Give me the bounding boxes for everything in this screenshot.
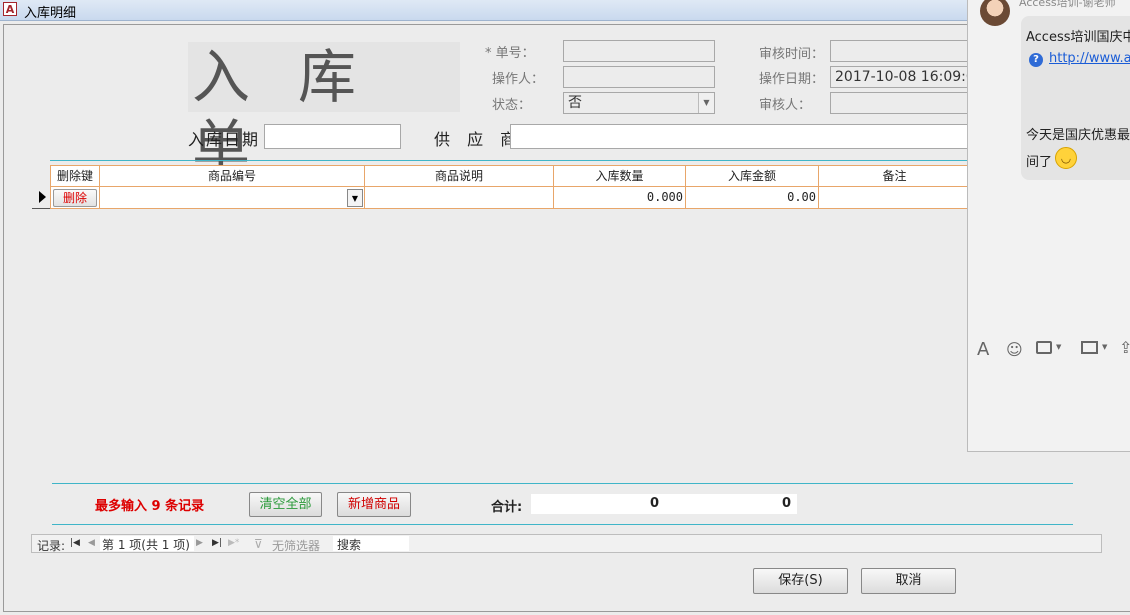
chat-toolbar: A ☺ ▼ ▼ ⇪ (968, 335, 1130, 363)
order-no-field[interactable] (563, 40, 715, 62)
stock-date-input[interactable] (264, 124, 401, 149)
upload-icon[interactable]: ⇪ (1119, 338, 1130, 357)
footer-divider-top (52, 483, 1073, 484)
gift-icon[interactable] (1036, 341, 1052, 354)
auditor-label: 审核人： (759, 98, 812, 113)
record-navigation-bar: 记录: |◀ ◀ 第 1 项(共 1 项) ▶ ▶| ▶* ⊽ 无筛选器 搜索 (31, 534, 1102, 553)
order-no-label: * 单号： (485, 46, 535, 61)
audit-time-field[interactable] (830, 40, 970, 62)
delete-row-button[interactable]: 删除 (53, 189, 97, 207)
next-record-icon[interactable]: ▶ (196, 538, 203, 548)
col-amount[interactable]: 入库金额 (686, 165, 819, 187)
gift-dropdown-icon[interactable]: ▼ (1056, 343, 1061, 351)
total-amount: 0 (665, 494, 797, 514)
op-date-label: 操作日期： (759, 72, 825, 87)
chat-line-2: 今天是国庆优惠最 (1026, 128, 1130, 143)
save-button[interactable]: 保存(S) (753, 568, 848, 594)
last-record-icon[interactable]: ▶| (212, 538, 222, 548)
col-item-code[interactable]: 商品编号 (100, 165, 365, 187)
chat-line-1: Access培训国庆中 (1026, 30, 1130, 45)
current-row-arrow-icon (39, 191, 46, 203)
total-label: 合计: (491, 500, 523, 515)
prev-record-icon[interactable]: ◀ (88, 538, 95, 548)
window-title: 入库明细 (24, 6, 77, 21)
image-icon[interactable] (1081, 341, 1098, 354)
add-item-button[interactable]: 新增商品 (337, 492, 411, 517)
filter-icon[interactable]: ⊽ (254, 537, 263, 551)
item-code-dropdown-icon[interactable]: ▼ (347, 189, 363, 207)
audit-time-label: 审核时间： (759, 47, 825, 62)
cancel-button[interactable]: 取消 (861, 568, 956, 594)
col-delete[interactable]: 删除键 (50, 165, 100, 187)
stock-date-label: 入库日期 (188, 130, 261, 149)
supplier-label: 供 应 商 (434, 130, 523, 149)
chat-line-3: 间了 (1026, 155, 1053, 170)
col-note[interactable]: 备注 (819, 165, 970, 187)
max-records-note: 最多输入 9 条记录 (95, 499, 205, 514)
total-qty: 0 (531, 494, 665, 514)
chat-link[interactable]: http://www.a (1049, 51, 1130, 66)
status-dropdown-icon[interactable]: ▼ (698, 93, 714, 113)
col-item-desc[interactable]: 商品说明 (365, 165, 554, 187)
record-position-field[interactable]: 第 1 项(共 1 项) (100, 536, 194, 552)
cell-amount[interactable]: 0.00 (686, 187, 819, 209)
font-icon[interactable]: A (977, 339, 989, 360)
smile-emoji-icon: ◡ (1055, 147, 1077, 169)
header-divider (50, 160, 970, 161)
record-label: 记录: (37, 539, 66, 553)
avatar[interactable] (980, 0, 1010, 26)
chat-window: Access培训-谢老师 Access培训国庆中 ? http://www.a … (967, 0, 1130, 452)
operator-label: 操作人： (492, 72, 545, 87)
security-question-icon: ? (1029, 53, 1043, 67)
op-date-field[interactable]: 2017-10-08 16:09:01 (830, 66, 970, 88)
first-record-icon[interactable]: |◀ (70, 538, 80, 548)
save-button-label: 保存(S) (778, 573, 823, 588)
emoji-icon[interactable]: ☺ (1006, 340, 1023, 359)
no-filter-toggle[interactable]: 无筛选器 (272, 537, 320, 554)
cell-item-code[interactable] (100, 187, 365, 209)
status-value: 否 (568, 95, 582, 111)
operator-field[interactable] (563, 66, 715, 88)
clear-all-button[interactable]: 清空全部 (249, 492, 322, 517)
chat-sender-name: Access培训-谢老师 (1019, 0, 1116, 9)
cell-note[interactable] (819, 187, 970, 209)
form-big-title: 入库单 (188, 42, 460, 181)
supplier-input[interactable] (510, 124, 970, 149)
cell-item-desc[interactable] (365, 187, 554, 209)
auditor-field[interactable] (830, 92, 970, 114)
window-titlebar: A 入库明细 (0, 0, 1130, 21)
status-select[interactable]: 否 (563, 92, 715, 114)
status-label: 状态： (492, 98, 532, 113)
image-dropdown-icon[interactable]: ▼ (1102, 343, 1107, 351)
search-input[interactable]: 搜索 (333, 536, 409, 552)
footer-divider-bottom (52, 524, 1073, 525)
access-app-icon: A (3, 2, 17, 16)
new-record-icon[interactable]: ▶* (228, 538, 239, 548)
record-selector[interactable] (32, 187, 50, 209)
col-qty[interactable]: 入库数量 (554, 165, 686, 187)
cell-qty[interactable]: 0.000 (554, 187, 686, 209)
